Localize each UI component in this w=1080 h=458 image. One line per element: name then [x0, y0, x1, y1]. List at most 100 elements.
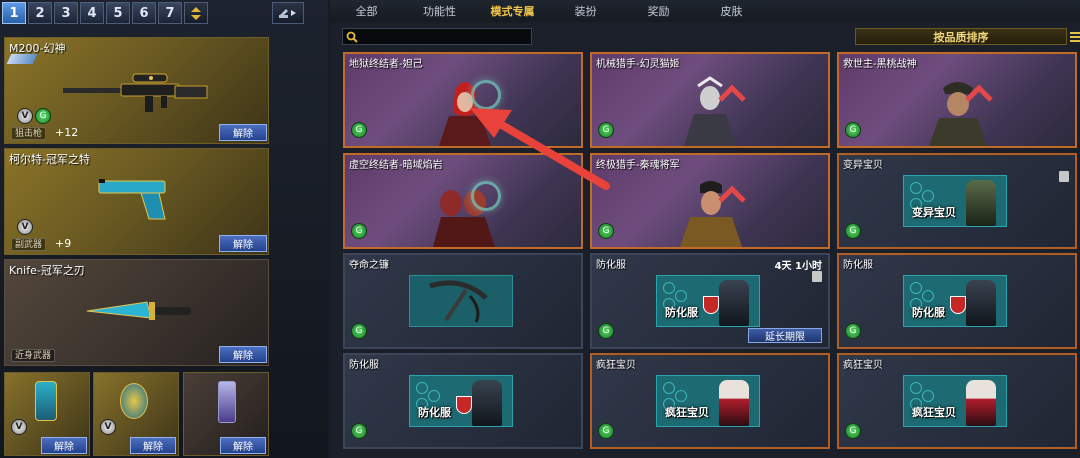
unequip-grenade-3-button[interactable]: 解除 [220, 437, 266, 454]
item-card[interactable]: 疯狂宝贝 疯狂宝贝 G [837, 353, 1077, 449]
weapon-card-secondary[interactable]: 柯尔特-冠军之特 V 副武器 +9 解除 [4, 148, 269, 255]
item-art: 防化服 [903, 275, 1007, 327]
item-card[interactable]: 救世主-黑桃战神 G [837, 52, 1077, 148]
unequip-grenade-1-button[interactable]: 解除 [41, 437, 87, 454]
weapon-category: 狙击枪 [11, 127, 47, 140]
g-badge-icon: G [35, 108, 51, 124]
item-name: 机械猎手-幻灵猫姬 [596, 59, 680, 70]
loadout-panel: 1 2 3 4 5 6 7 M200-幻神 V G 狙击枪 +12 解除 柯尔特… [0, 0, 328, 458]
trash-icon[interactable] [1059, 171, 1069, 182]
item-name: 防化服 [596, 260, 626, 271]
g-badge-icon: G [598, 122, 614, 138]
loadout-slot-1[interactable]: 1 [2, 2, 26, 24]
arrow-down-icon [191, 14, 201, 20]
g-badge-icon: G [845, 423, 861, 439]
loadout-slot-3[interactable]: 3 [54, 2, 78, 24]
tab-outfit[interactable]: 装扮 [549, 0, 622, 22]
tab-all[interactable]: 全部 [330, 0, 403, 22]
smoke-grenade-icon [218, 381, 236, 423]
weapon-category: 副武器 [11, 238, 47, 251]
grenade-slot-3[interactable]: 解除 [183, 372, 269, 456]
extend-duration-button[interactable]: 延长期限 [748, 328, 822, 343]
g-badge-icon: G [351, 423, 367, 439]
trash-icon[interactable] [812, 271, 822, 282]
v-badge-icon: V [100, 419, 116, 435]
item-card[interactable]: 夺命之镰 G [343, 253, 583, 349]
item-timer: 4天 1小时 [774, 261, 822, 272]
item-name: 防化服 [843, 260, 873, 271]
loadout-slot-5[interactable]: 5 [106, 2, 130, 24]
item-art-label: 疯狂宝贝 [912, 406, 956, 419]
item-art-label: 防化服 [912, 306, 945, 319]
item-art: 防化服 [656, 275, 760, 327]
v-badge-icon: V [17, 108, 33, 124]
item-art: 变异宝贝 [903, 175, 1007, 227]
item-card[interactable]: 防化服 防化服 G [837, 253, 1077, 349]
item-card[interactable]: 变异宝贝 变异宝贝 G [837, 153, 1077, 249]
sniper-rifle-icon [63, 73, 208, 112]
rank-emblem-icon [6, 54, 38, 64]
item-name: 疯狂宝贝 [843, 360, 883, 371]
g-badge-icon: G [845, 223, 861, 239]
unequip-secondary-button[interactable]: 解除 [219, 235, 267, 252]
g-badge-icon: G [598, 223, 614, 239]
loadout-slot-7[interactable]: 7 [158, 2, 182, 24]
item-card[interactable]: 防化服 防化服 G [343, 353, 583, 449]
unequip-primary-button[interactable]: 解除 [219, 124, 267, 141]
v-badge-icon: V [17, 219, 33, 235]
swap-loadout-button[interactable] [272, 2, 304, 24]
weapon-name: Knife-冠军之刃 [9, 264, 85, 277]
item-art-label: 疯狂宝贝 [665, 406, 709, 419]
search-input[interactable] [342, 28, 532, 45]
loadout-slot-4[interactable]: 4 [80, 2, 104, 24]
grenade-slot-1[interactable]: V 解除 [4, 372, 90, 456]
sort-dropdown[interactable]: 按品质排序 [855, 28, 1067, 45]
arrow-up-icon [191, 6, 201, 12]
weapon-level: +12 [55, 126, 79, 139]
item-art-label: 防化服 [418, 406, 451, 419]
search-icon [346, 31, 358, 43]
chevron-emblem-icon [718, 84, 746, 102]
unequip-grenade-2-button[interactable]: 解除 [130, 437, 176, 454]
inventory-screen: 1 2 3 4 5 6 7 M200-幻神 V G 狙击枪 +12 解除 柯尔特… [0, 0, 1080, 458]
weapon-card-primary[interactable]: M200-幻神 V G 狙击枪 +12 解除 [4, 37, 269, 144]
swap-icon [279, 9, 296, 18]
grenade-slot-2[interactable]: V 解除 [93, 372, 179, 456]
weapon-level: +9 [55, 237, 72, 250]
loadout-slot-6[interactable]: 6 [132, 2, 156, 24]
item-card[interactable]: 终极猎手-秦魂将军 G [590, 153, 830, 249]
item-card[interactable]: 机械猎手-幻灵猫姬 G [590, 52, 830, 148]
item-art-label: 变异宝贝 [912, 206, 956, 219]
g-badge-icon: G [845, 323, 861, 339]
item-art: 疯狂宝贝 [903, 375, 1007, 427]
item-card[interactable]: 地狱终结者-妲己 G [343, 52, 583, 148]
unequip-melee-button[interactable]: 解除 [219, 346, 267, 363]
tab-mode-exclusive[interactable]: 模式专属 [476, 0, 549, 22]
item-name: 疯狂宝贝 [596, 360, 636, 371]
g-badge-icon: G [845, 122, 861, 138]
g-badge-icon: G [598, 323, 614, 339]
item-card[interactable]: 疯狂宝贝 疯狂宝贝 G [590, 353, 830, 449]
loadout-slot-2[interactable]: 2 [28, 2, 52, 24]
item-name: 虚空终结者-暗域焰岩 [349, 160, 443, 171]
shield-icon [703, 296, 719, 314]
g-badge-icon: G [598, 423, 614, 439]
weapon-card-melee[interactable]: Knife-冠军之刃 近身武器 解除 [4, 259, 269, 366]
tab-functional[interactable]: 功能性 [403, 0, 476, 22]
item-card[interactable]: 防化服 4天 1小时 防化服 G 延长期限 [590, 253, 830, 349]
shield-icon [456, 396, 472, 414]
item-art-label: 防化服 [665, 306, 698, 319]
grenade-icon [120, 383, 148, 419]
slot-scroll-button[interactable] [184, 2, 208, 24]
tab-rewards[interactable]: 奖励 [622, 0, 695, 22]
category-tabs: 全部 功能性 模式专属 装扮 奖励 皮肤 [330, 0, 1080, 22]
item-name: 终极猎手-秦魂将军 [596, 160, 680, 171]
v-badge-icon: V [11, 419, 27, 435]
g-badge-icon: G [351, 223, 367, 239]
knife-icon [86, 301, 191, 320]
item-name: 防化服 [349, 360, 379, 371]
menu-icon[interactable] [1070, 32, 1080, 42]
item-card[interactable]: 虚空终结者-暗域焰岩 G [343, 153, 583, 249]
weapon-name: 柯尔特-冠军之特 [9, 153, 90, 166]
tab-skins[interactable]: 皮肤 [695, 0, 768, 22]
